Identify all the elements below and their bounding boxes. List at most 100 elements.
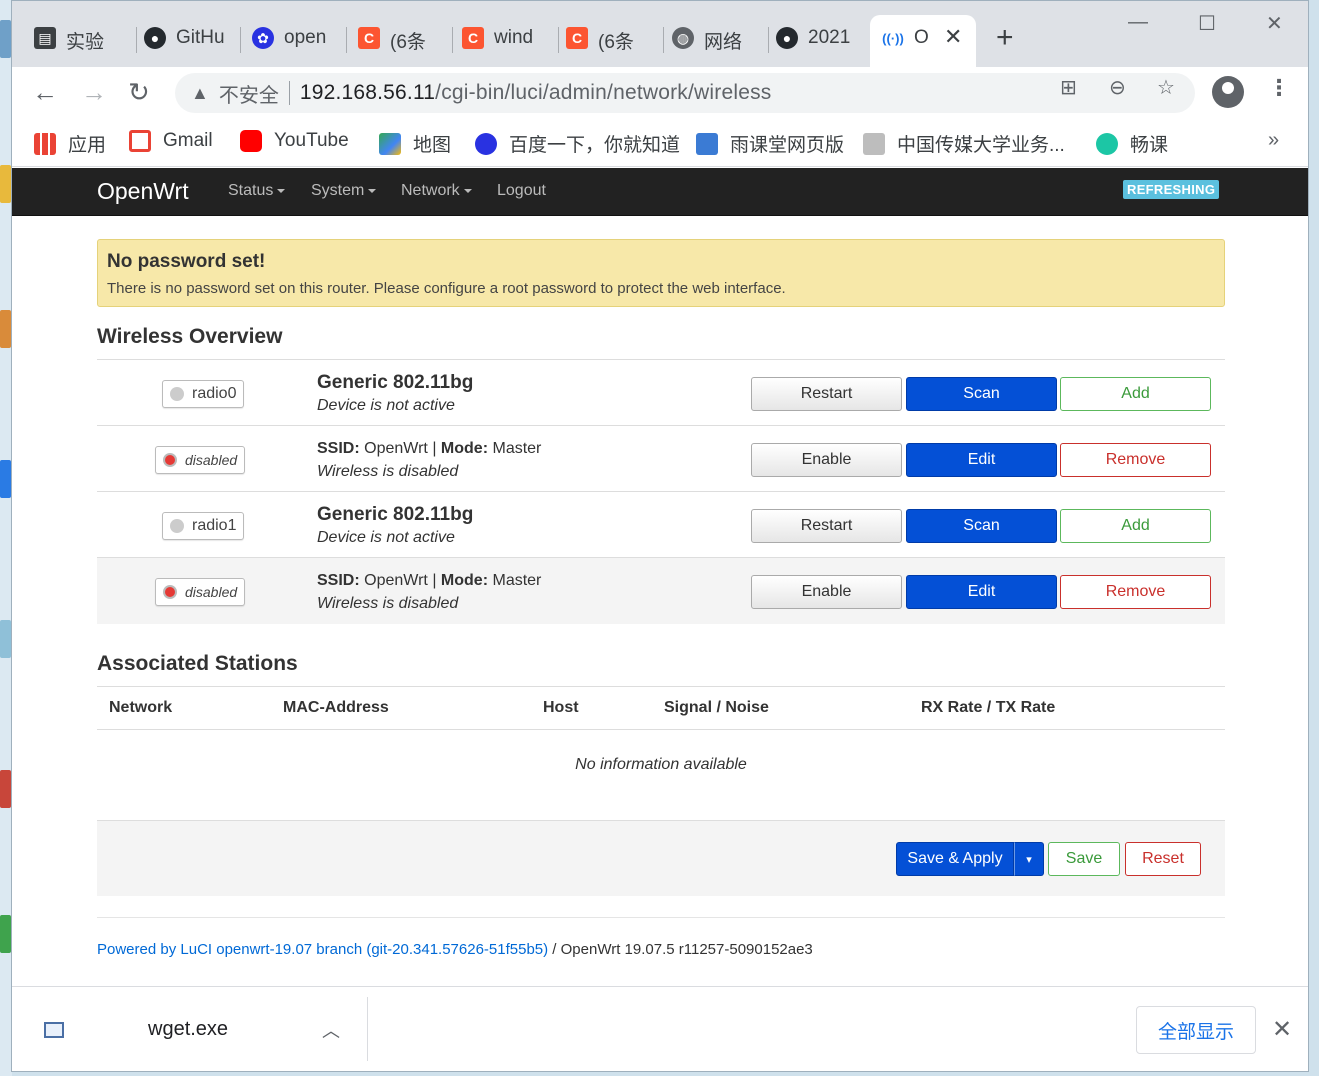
- scan-button[interactable]: Scan: [906, 377, 1057, 411]
- disabled-icon: [163, 453, 177, 467]
- table-header: Network MAC-Address Host Signal / Noise …: [97, 686, 1225, 730]
- menu-network[interactable]: Network: [401, 182, 472, 200]
- browser-tab[interactable]: ✿ open: [240, 15, 346, 67]
- tab-strip: ▤ 实验 ● GitHu ✿ open C (6条 C wind C (6条 ◍…: [12, 1, 1308, 67]
- restart-button[interactable]: Restart: [751, 509, 902, 543]
- warning-icon: ▲: [191, 82, 209, 103]
- desktop-icon[interactable]: [0, 620, 11, 658]
- address-bar[interactable]: ▲ 不安全 192.168.56.11/cgi-bin/luci/admin/n…: [175, 73, 1195, 113]
- interface-row: disabled SSID: OpenWrt | Mode: Master Wi…: [97, 558, 1225, 624]
- save-apply-dropdown-icon[interactable]: ▾: [1014, 842, 1044, 876]
- bookmark-baidu[interactable]: 百度一下，你就知道: [475, 130, 680, 157]
- page-content: OpenWrt Status System Network Logout REF…: [12, 168, 1308, 986]
- book-icon: ▤: [34, 27, 56, 49]
- save-apply-group: Save & Apply ▾: [896, 842, 1044, 876]
- forward-icon[interactable]: →: [81, 77, 107, 107]
- caret-down-icon: [277, 188, 286, 193]
- refreshing-indicator[interactable]: REFRESHING: [1123, 180, 1220, 199]
- desktop-icon[interactable]: [0, 915, 11, 953]
- desktop-icon[interactable]: [0, 770, 11, 808]
- browser-tab[interactable]: C (6条: [554, 15, 660, 67]
- menu-system[interactable]: System: [311, 182, 377, 200]
- radio-row: radio0 Generic 802.11bg Device is not ac…: [97, 360, 1225, 426]
- browser-tab-active[interactable]: ((·)) O ✕: [870, 15, 976, 67]
- minimize-icon[interactable]: —: [1128, 11, 1148, 34]
- browser-tab[interactable]: ● 2021: [764, 15, 868, 67]
- menu-status[interactable]: Status: [228, 182, 286, 200]
- zoom-icon[interactable]: ⊖: [1109, 75, 1126, 100]
- close-shelf-icon[interactable]: ✕: [1272, 1015, 1292, 1044]
- edit-button[interactable]: Edit: [906, 575, 1057, 609]
- browser-tab[interactable]: ▤ 实验: [22, 15, 132, 67]
- remove-button[interactable]: Remove: [1060, 443, 1211, 477]
- bookmark-youtube[interactable]: YouTube: [240, 130, 349, 152]
- browser-tab[interactable]: ● GitHu: [132, 15, 240, 67]
- browser-window: ▤ 实验 ● GitHu ✿ open C (6条 C wind C (6条 ◍…: [11, 0, 1309, 1072]
- enable-button[interactable]: Enable: [751, 443, 902, 477]
- baidu-paw-icon: [475, 132, 497, 155]
- translate-icon[interactable]: ⊞: [1060, 75, 1077, 100]
- back-icon[interactable]: ←: [32, 77, 58, 107]
- desktop-icon[interactable]: [0, 165, 11, 203]
- show-all-button[interactable]: 全部显示: [1136, 1006, 1256, 1054]
- save-button[interactable]: Save: [1048, 842, 1120, 876]
- browser-tab[interactable]: C wind: [450, 15, 554, 67]
- wifi-signal-icon: [170, 519, 184, 533]
- download-filename[interactable]: wget.exe: [148, 1018, 228, 1041]
- profile-avatar-icon[interactable]: [1212, 76, 1244, 108]
- bookmark-apps[interactable]: 应用: [34, 130, 106, 157]
- new-tab-button[interactable]: +: [996, 23, 1014, 53]
- column-network: Network: [109, 699, 173, 716]
- associated-stations-title: Associated Stations: [97, 652, 298, 675]
- bookmark-cuc[interactable]: 中国传媒大学业务...: [863, 130, 1065, 157]
- bookmark-gmail[interactable]: Gmail: [129, 130, 213, 152]
- more-menu-icon[interactable]: ⋮: [1268, 75, 1290, 101]
- bookmark-maps[interactable]: 地图: [379, 130, 451, 157]
- chevron-up-icon[interactable]: ︿: [322, 1017, 340, 1043]
- brand-logo[interactable]: OpenWrt: [97, 178, 189, 205]
- csdn-icon: C: [566, 27, 588, 49]
- save-apply-button[interactable]: Save & Apply: [896, 842, 1014, 876]
- radio-badge: radio1: [162, 512, 245, 540]
- enable-button[interactable]: Enable: [751, 575, 902, 609]
- home-icon: [863, 132, 885, 155]
- luci-link[interactable]: Powered by LuCI openwrt-19.07 branch (gi…: [97, 941, 548, 958]
- reload-icon[interactable]: ↻: [128, 77, 150, 107]
- bookmark-rain-classroom[interactable]: 雨课堂网页版: [696, 130, 844, 157]
- github-icon: ●: [776, 27, 798, 49]
- close-tab-icon[interactable]: ✕: [944, 26, 962, 48]
- browser-tab[interactable]: C (6条: [346, 15, 450, 67]
- add-button[interactable]: Add: [1060, 377, 1211, 411]
- remove-button[interactable]: Remove: [1060, 575, 1211, 609]
- footer-divider: [97, 917, 1225, 918]
- desktop-icon[interactable]: [0, 20, 11, 58]
- bookmark-tronclass[interactable]: 畅课: [1096, 130, 1168, 157]
- menu-logout[interactable]: Logout: [497, 182, 546, 200]
- device-status: Device is not active: [317, 397, 455, 414]
- alert-title: No password set!: [107, 251, 266, 272]
- interface-row: disabled SSID: OpenWrt | Mode: Master Wi…: [97, 426, 1225, 492]
- close-window-icon[interactable]: ✕: [1266, 11, 1283, 36]
- csdn-icon: C: [358, 27, 380, 49]
- desktop-icon[interactable]: [0, 310, 11, 348]
- browser-tab[interactable]: ◍ 网络: [660, 15, 764, 67]
- apps-grid-icon: [34, 132, 56, 155]
- device-status: Device is not active: [317, 529, 455, 546]
- desktop-icon[interactable]: [0, 460, 11, 498]
- add-button[interactable]: Add: [1060, 509, 1211, 543]
- rain-classroom-icon: [696, 132, 718, 155]
- reset-button[interactable]: Reset: [1125, 842, 1201, 876]
- restart-button[interactable]: Restart: [751, 377, 902, 411]
- bookmarks-more-button[interactable]: »: [1268, 129, 1279, 152]
- file-icon: [44, 1022, 64, 1038]
- youtube-icon: [240, 130, 262, 152]
- tronclass-icon: [1096, 132, 1118, 155]
- url-text: 192.168.56.11/cgi-bin/luci/admin/network…: [300, 81, 772, 105]
- form-actions: Save & Apply ▾ Save Reset: [97, 820, 1225, 896]
- maximize-icon[interactable]: ☐: [1198, 11, 1216, 36]
- csdn-icon: C: [462, 27, 484, 49]
- scan-button[interactable]: Scan: [906, 509, 1057, 543]
- edit-button[interactable]: Edit: [906, 443, 1057, 477]
- globe-icon: ◍: [672, 27, 694, 49]
- star-icon[interactable]: ☆: [1157, 75, 1175, 100]
